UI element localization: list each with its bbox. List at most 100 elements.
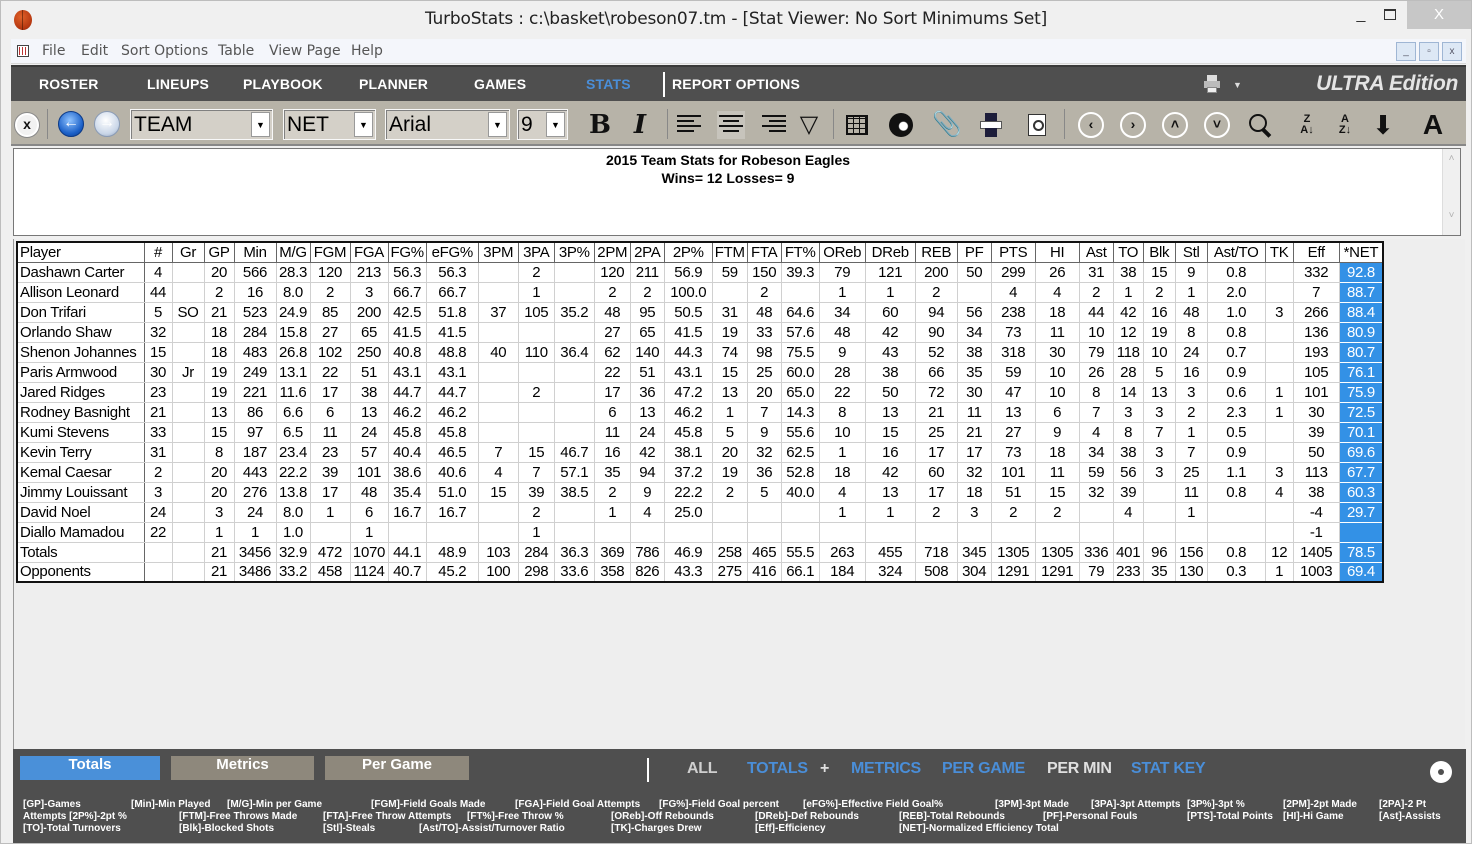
column-header[interactable]: # [143, 241, 173, 263]
document-icon[interactable] [17, 45, 29, 57]
close-view-button[interactable]: x [15, 113, 39, 137]
move-down-icon[interactable]: ˅ [1204, 112, 1230, 138]
column-header[interactable]: 2PA [629, 241, 665, 263]
tab-per-game[interactable]: Per Game [325, 756, 469, 780]
table-row[interactable]: Kumi Stevens 33 15 97 6.5 11 24 45.8 45.8 11 24 45.… [16, 421, 1384, 443]
mdi-close-button[interactable]: x [1442, 42, 1462, 61]
column-header[interactable]: Player [16, 241, 145, 263]
column-header[interactable]: TO [1112, 241, 1144, 263]
link-all[interactable]: ALL [687, 760, 718, 778]
column-header[interactable]: GP [203, 241, 235, 263]
paperclip-icon[interactable]: 📎 [932, 111, 962, 139]
column-header[interactable]: OReb [818, 241, 866, 263]
team-select[interactable]: TEAM ▼ [130, 109, 273, 140]
table-row[interactable]: Shenon Johannes 15 18 483 26.8 102 250 40.8 48.8… [16, 341, 1384, 363]
globe-icon[interactable] [887, 111, 915, 139]
next-icon[interactable]: › [1120, 112, 1146, 138]
menu-sort-options[interactable]: Sort Options [121, 43, 208, 59]
nav-playbook[interactable]: PLAYBOOK [243, 76, 323, 92]
table-row[interactable]: Jimmy Louissant 3 20 276 13.8 17 48 35.4 51.0 15 3… [16, 481, 1384, 503]
column-header[interactable]: *NET [1338, 241, 1384, 263]
link-totals-plus[interactable]: + [820, 760, 829, 778]
table-row[interactable]: Orlando Shaw 32 18 284 15.8 27 65 41.5 41.5 27 65 4… [16, 321, 1384, 343]
chevron-down-icon[interactable]: ▼ [251, 112, 270, 137]
column-header[interactable]: FTM [711, 241, 748, 263]
column-header[interactable]: 2PM [593, 241, 631, 263]
column-header[interactable]: 3PA [517, 241, 555, 263]
column-header[interactable]: Ast [1078, 241, 1114, 263]
menu-file[interactable]: File [42, 43, 65, 59]
nav-games[interactable]: GAMES [474, 76, 526, 92]
column-header[interactable]: FGM [309, 241, 351, 263]
chevron-down-icon[interactable]: ▼ [546, 112, 565, 137]
bold-button[interactable]: B [586, 111, 614, 139]
table-row[interactable]: David Noel 24 3 24 8.0 1 6 16.7 16.7 2 1 4 25.0 1 1 2 3 2… [16, 501, 1384, 523]
column-header[interactable]: FG% [387, 241, 427, 263]
mdi-minimize-button[interactable]: _ [1396, 42, 1416, 61]
nav-stats[interactable]: STATS [586, 76, 631, 92]
align-center-icon[interactable] [717, 111, 745, 139]
nav-roster[interactable]: ROSTER [39, 76, 99, 92]
column-header[interactable]: FT% [780, 241, 820, 263]
column-header[interactable]: Stl [1174, 241, 1208, 263]
mdi-restore-button[interactable]: ▫ [1419, 42, 1439, 61]
align-right-icon[interactable] [760, 111, 788, 139]
menu-table[interactable]: Table [218, 43, 254, 59]
column-header[interactable]: PTS [990, 241, 1036, 263]
table-row[interactable]: Don Trifari 5 SO 21 523 24.9 85 200 42.5 51.8 37 10… [16, 301, 1384, 323]
table-row[interactable]: Dashawn Carter 4 20 566 28.3 120 213 56.3 56.3 2 1… [16, 261, 1384, 283]
download-icon[interactable]: ⬇ [1369, 111, 1397, 139]
font-select[interactable]: Arial ▼ [385, 109, 510, 140]
table-row[interactable]: Allison Leonard 44 2 16 8.0 2 3 66.7 66.7 1 2 2 100.… [16, 281, 1384, 303]
print-icon[interactable] [977, 111, 1005, 139]
filter-icon[interactable]: ▽ [795, 111, 823, 139]
nav-lineups[interactable]: LINEUPS [147, 76, 209, 92]
sort-descending-icon[interactable]: Z A↓ [1293, 111, 1321, 139]
column-header[interactable]: DReb [864, 241, 916, 263]
search-icon[interactable] [1247, 111, 1275, 139]
table-row[interactable]: Kevin Terry 31 8 187 23.4 23 57 40.4 46.5 7 15 46.7… [16, 441, 1384, 463]
sort-ascending-icon[interactable]: A Z↓ [1331, 111, 1359, 139]
summary-row[interactable]: Totals 21 3456 32.9 472 1070 44.1 48.9 103 284 36.… [16, 541, 1384, 563]
header-scrollbar[interactable]: ˄ ˅ [1442, 149, 1460, 235]
link-metrics[interactable]: METRICS [851, 760, 921, 778]
italic-button[interactable]: I [626, 111, 654, 139]
tab-metrics[interactable]: Metrics [171, 756, 314, 780]
close-button[interactable]: X [1407, 1, 1471, 29]
printer-icon[interactable] [1204, 75, 1220, 93]
column-header[interactable]: 3PM [477, 241, 519, 263]
font-size-icon[interactable]: A [1419, 111, 1447, 139]
summary-row[interactable]: Opponents 21 3486 33.2 458 1124 40.7 45.2 100 298… [16, 561, 1384, 583]
table-row[interactable]: Diallo Mamadou 22 1 1 1.0 1 1 -1 [16, 521, 1384, 543]
menu-help[interactable]: Help [351, 43, 383, 59]
table-row[interactable]: Jared Ridges 23 19 221 11.6 17 38 44.7 44.7 2 17 36… [16, 381, 1384, 403]
nav-planner[interactable]: PLANNER [359, 76, 428, 92]
column-header[interactable]: TK [1264, 241, 1294, 263]
gear-icon[interactable] [1430, 761, 1452, 783]
column-header[interactable]: 2P% [663, 241, 713, 263]
column-header[interactable]: Ast/TO [1206, 241, 1266, 263]
scroll-down-icon[interactable]: ˅ [1443, 210, 1460, 221]
chevron-down-icon[interactable]: ▼ [488, 112, 507, 137]
move-up-icon[interactable]: ˄ [1162, 112, 1188, 138]
print-preview-icon[interactable] [1023, 111, 1051, 139]
column-header[interactable]: FTA [746, 241, 782, 263]
menu-view-page[interactable]: View Page [269, 43, 341, 59]
link-totals[interactable]: TOTALS [747, 760, 808, 778]
table-row[interactable]: Paris Armwood 30 Jr 19 249 13.1 22 51 43.1 43.1 22… [16, 361, 1384, 383]
column-header[interactable]: M/G [275, 241, 311, 263]
menu-edit[interactable]: Edit [81, 43, 108, 59]
column-header[interactable]: Eff [1292, 241, 1340, 263]
column-header[interactable]: HI [1034, 241, 1080, 263]
link-stat-key[interactable]: STAT KEY [1131, 760, 1206, 778]
forward-arrow-icon[interactable]: → [94, 111, 120, 137]
column-header[interactable]: Min [233, 241, 277, 263]
link-per-game[interactable]: PER GAME [942, 760, 1025, 778]
back-arrow-icon[interactable]: ← [58, 111, 84, 137]
align-left-icon[interactable] [675, 111, 703, 139]
table-row[interactable]: Kemal Caesar 2 20 443 22.2 39 101 38.6 40.6 4 7 57.… [16, 461, 1384, 483]
previous-icon[interactable]: ‹ [1078, 112, 1104, 138]
stat-select[interactable]: NET ▼ [283, 109, 376, 140]
link-per-min[interactable]: PER MIN [1047, 760, 1112, 778]
grid-table-icon[interactable] [843, 111, 871, 139]
